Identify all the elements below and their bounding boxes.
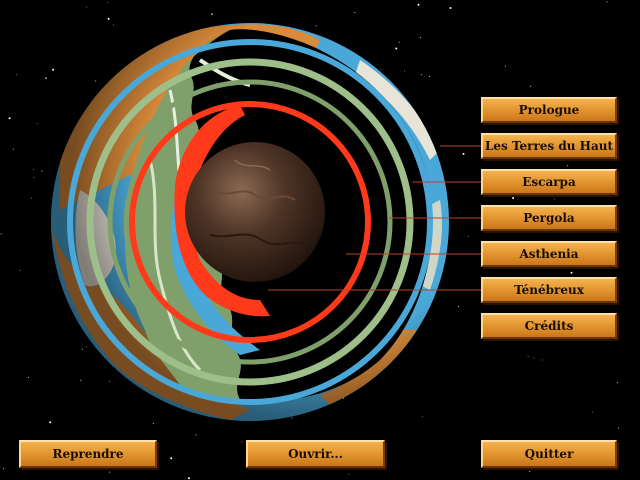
star: [429, 76, 431, 77]
star: [395, 47, 398, 50]
star: [28, 376, 29, 378]
star: [33, 176, 35, 178]
star: [380, 69, 382, 70]
star: [606, 1, 608, 3]
star: [81, 348, 83, 350]
star: [530, 85, 532, 87]
star: [187, 477, 190, 480]
star: [354, 12, 356, 13]
star: [553, 198, 555, 200]
menu-button-escarpa[interactable]: Escarpa: [481, 169, 617, 195]
menu-button-credits[interactable]: Crédits: [481, 313, 617, 339]
star: [241, 441, 243, 443]
star: [291, 417, 293, 419]
star: [45, 77, 47, 80]
menu-button-terres-du-haut[interactable]: Les Terres du Haut: [481, 133, 617, 159]
star: [19, 270, 21, 271]
star: [315, 25, 317, 27]
star: [567, 165, 569, 167]
star: [107, 1, 109, 3]
star: [2, 468, 4, 470]
star: [52, 68, 55, 71]
star: [512, 197, 515, 199]
star: [533, 357, 535, 359]
star: [95, 80, 97, 82]
star: [49, 421, 52, 424]
star: [109, 471, 111, 473]
star: [421, 416, 423, 418]
star: [404, 70, 406, 72]
star: [195, 434, 197, 436]
star: [467, 235, 469, 237]
star: [419, 37, 421, 39]
star: [616, 382, 618, 384]
menu-button-pergola[interactable]: Pergola: [481, 205, 617, 231]
star: [529, 471, 531, 473]
star: [109, 381, 110, 382]
menu-button-prologue[interactable]: Prologue: [481, 97, 617, 123]
menu-button-tenebreux[interactable]: Ténébreux: [481, 277, 617, 303]
star: [12, 148, 14, 150]
star: [457, 306, 459, 307]
star: [527, 355, 529, 357]
star: [420, 74, 422, 76]
star: [170, 457, 173, 460]
planet-cutaway-illustration: [0, 1, 620, 480]
menu-button-asthenia[interactable]: Asthenia: [481, 241, 617, 267]
star: [348, 473, 350, 475]
star: [41, 170, 43, 172]
star: [152, 423, 154, 425]
star: [16, 74, 18, 76]
star: [343, 397, 345, 399]
star: [570, 271, 573, 274]
star: [0, 233, 2, 235]
star: [210, 13, 213, 16]
star: [85, 6, 87, 8]
star: [591, 411, 593, 413]
star: [8, 117, 11, 120]
star: [449, 7, 452, 9]
star: [398, 41, 400, 43]
resume-button[interactable]: Reprendre: [19, 440, 157, 468]
quit-button[interactable]: Quitter: [481, 440, 617, 468]
open-button[interactable]: Ouvrir...: [246, 440, 385, 468]
star: [541, 359, 543, 361]
star: [86, 346, 87, 348]
star: [462, 152, 465, 155]
star: [417, 3, 420, 6]
star: [107, 17, 110, 20]
star: [30, 197, 32, 199]
star: [33, 168, 34, 170]
star: [112, 24, 114, 26]
star: [80, 379, 82, 381]
star: [618, 427, 620, 429]
star: [36, 123, 38, 125]
star: [504, 65, 506, 67]
